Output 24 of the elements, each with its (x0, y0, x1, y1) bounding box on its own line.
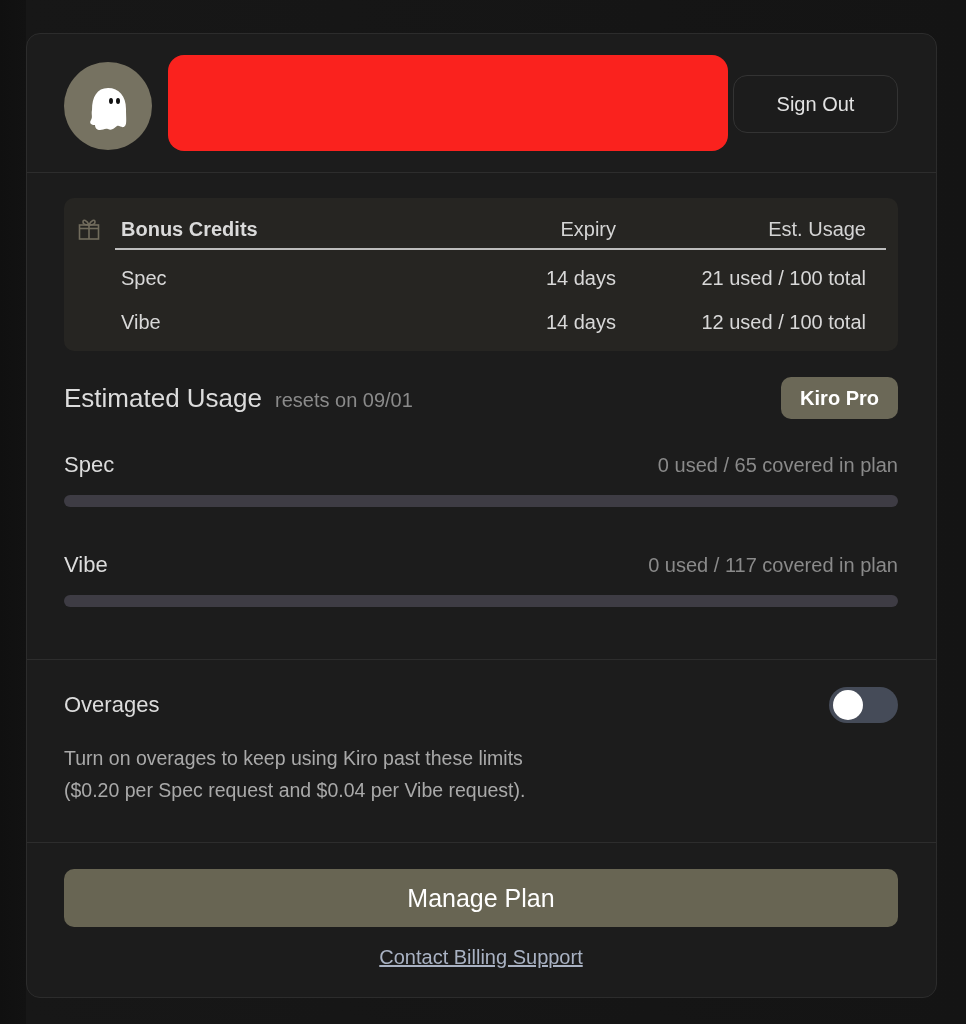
table-cell-text: 12 used / 100 total (700, 310, 867, 335)
overages-toggle[interactable] (829, 687, 898, 723)
table-cell-text: 21 used / 100 total (700, 266, 867, 291)
table-cell-text: Vibe (120, 310, 162, 335)
usage-reading: 0 used / 65 covered in plan (657, 453, 898, 477)
usage-reading: 0 used / 117 covered in plan (648, 553, 898, 577)
meter-label: Spec (64, 452, 115, 478)
reset-date-note: resets on 09/01 (275, 388, 413, 412)
column-header: Bonus Credits (115, 215, 456, 250)
column-header: Expiry (456, 215, 616, 250)
table-cell-text: 14 days (544, 266, 616, 291)
plan-badge: Kiro Pro (781, 377, 898, 419)
ghost-avatar-icon (64, 62, 152, 150)
meter-label: Vibe (64, 552, 108, 578)
billing-support-link[interactable]: Contact Billing Support (379, 944, 583, 970)
table-cell-text: 14 days (544, 310, 616, 335)
table-cell-text: Spec (120, 266, 168, 291)
section-title: Estimated Usage (64, 382, 262, 414)
sign-out-button[interactable]: Sign Out (733, 75, 898, 133)
column-header: Est. Usage (616, 215, 886, 250)
overages-label: Overages (64, 692, 160, 718)
overages-description: Turn on overages to keep using Kiro past these limits ($0.20 per Spec request and $0.04 per Vibe request). (64, 746, 527, 803)
gift-icon (78, 218, 100, 240)
manage-plan-button[interactable]: Manage Plan (64, 869, 898, 927)
